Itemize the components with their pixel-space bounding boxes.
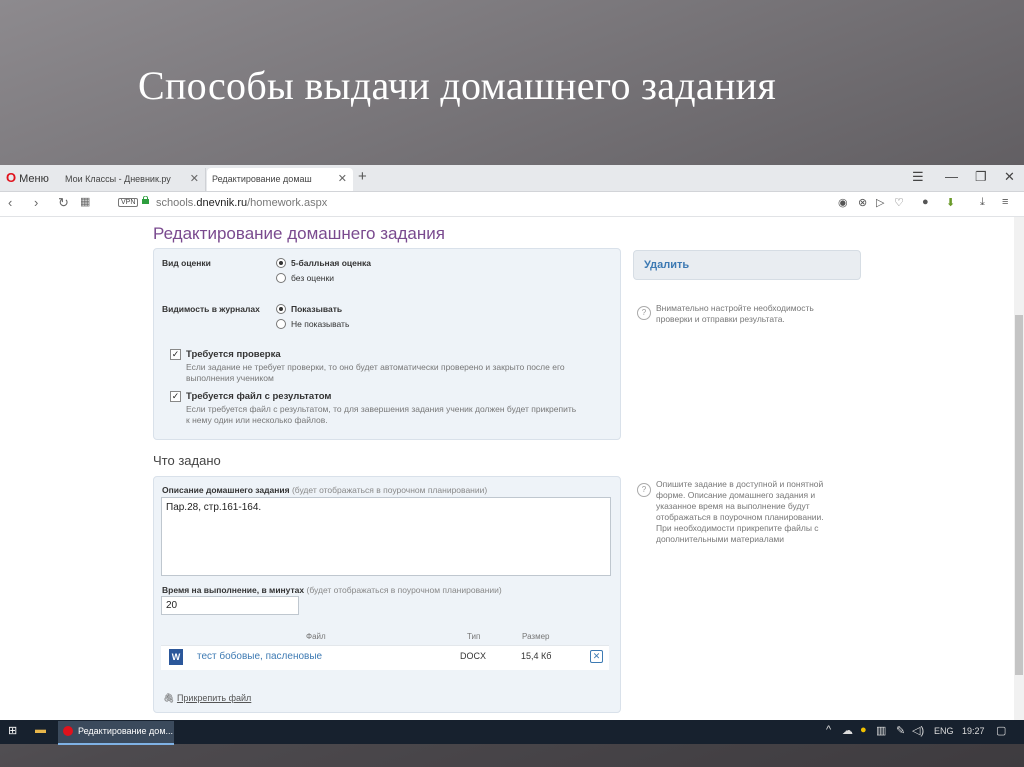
restore-icon[interactable]: ❐ xyxy=(975,169,987,185)
file-required-hint: Если требуется файл с результатом, то дл… xyxy=(186,404,577,414)
taskbar: ⊞ ▬ Редактирование дом... ^ ☁ ● ▥ ✎ ◁) E… xyxy=(0,720,1024,745)
delete-button[interactable]: Удалить xyxy=(633,250,861,280)
reload-icon[interactable]: ↻ xyxy=(58,195,69,211)
send-icon[interactable]: ▷ xyxy=(876,196,884,209)
tab-homework-edit[interactable]: Редактирование домаш ✕ xyxy=(207,168,353,191)
section-heading: Что задано xyxy=(153,453,221,468)
side-hint: проверки и отправки результата. xyxy=(656,314,785,324)
help-icon: ? xyxy=(637,306,651,320)
browser-window: O Меню Мои Классы - Дневник.ру ✕ Редактир… xyxy=(0,165,1024,743)
help-icon: ? xyxy=(637,483,651,497)
slide-title: Способы выдачи домашнего задания xyxy=(138,63,777,108)
close-window-icon[interactable]: ✕ xyxy=(1004,169,1015,185)
volume-icon[interactable]: ◁) xyxy=(912,724,924,737)
word-file-icon: W xyxy=(169,649,183,665)
file-required-checkbox[interactable]: ✓ xyxy=(170,391,181,402)
side-hint: При необходимости прикрепите файлы с xyxy=(656,523,819,533)
side-hint: дополнительными материалами xyxy=(656,534,785,544)
opera-menu-button[interactable]: O Меню xyxy=(6,170,49,185)
start-icon[interactable]: ⊞ xyxy=(8,724,17,737)
side-hint: форме. Описание домашнего задания и xyxy=(656,490,816,500)
language-indicator[interactable]: ENG xyxy=(934,726,954,736)
download-extension-icon[interactable]: ⬇ xyxy=(946,196,955,209)
grade-type-option: без оценки xyxy=(291,273,334,283)
forward-icon[interactable]: › xyxy=(34,195,38,210)
grade-type-option: 5-балльная оценка xyxy=(291,258,372,268)
cloud-icon[interactable]: ☁ xyxy=(842,724,853,737)
file-explorer-icon[interactable]: ▬ xyxy=(35,724,46,736)
extension-icon[interactable]: ● xyxy=(922,196,929,208)
grade-type-radio-none[interactable] xyxy=(276,273,286,283)
tab-label: Редактирование домаш xyxy=(212,174,312,184)
network-icon[interactable]: ▥ xyxy=(876,724,886,737)
file-type: DOCX xyxy=(460,651,487,661)
visibility-radio-show[interactable] xyxy=(276,304,286,314)
remove-file-icon[interactable]: ✕ xyxy=(590,650,603,663)
tab-label: Мои Классы - Дневник.ру xyxy=(65,174,171,184)
tray-app-icon[interactable]: ● xyxy=(860,724,867,736)
file-link[interactable]: тест бобовые, пасленовые xyxy=(197,651,322,662)
close-icon[interactable]: ✕ xyxy=(190,168,199,190)
paperclip-icon: 🖇 xyxy=(163,693,175,703)
grade-type-label: Вид оценки xyxy=(162,258,211,268)
file-size: 15,4 Кб xyxy=(521,651,552,661)
opera-icon xyxy=(63,726,73,736)
visibility-option: Показывать xyxy=(291,304,343,314)
tray-chevron-icon[interactable]: ^ xyxy=(826,724,831,736)
new-tab-icon[interactable]: + xyxy=(358,168,367,185)
files-header-file: Файл xyxy=(306,632,326,641)
visibility-radio-hide[interactable] xyxy=(276,319,286,329)
adblock-icon[interactable]: ⊗ xyxy=(858,196,867,209)
visibility-option: Не показывать xyxy=(291,319,350,329)
attach-file-link[interactable]: 🖇 Прикрепить файл xyxy=(163,693,251,704)
speed-dial-icon[interactable]: ▦ xyxy=(80,195,90,208)
files-header-size: Размер xyxy=(522,632,550,641)
close-icon[interactable]: ✕ xyxy=(338,168,347,190)
file-required-label: Требуется файл с результатом xyxy=(186,391,332,402)
grade-type-radio-5[interactable] xyxy=(276,258,286,268)
notifications-icon[interactable]: ▢ xyxy=(996,724,1006,737)
tab-bar: O Меню Мои Классы - Дневник.ру ✕ Редактир… xyxy=(0,165,1024,192)
address-bar: ‹ › ↻ ▦ VPN schools.dnevnik.ru/homework.… xyxy=(0,192,1024,217)
pen-icon[interactable]: ✎ xyxy=(896,724,905,737)
page-title: Редактирование домашнего задания xyxy=(153,224,445,243)
time-input[interactable]: 20 xyxy=(161,596,299,615)
taskbar-app-opera[interactable]: Редактирование дом... xyxy=(58,721,174,745)
lock-icon xyxy=(142,196,149,204)
tab-menu-icon[interactable]: ☰ xyxy=(912,169,924,185)
side-hint: Опишите задание в доступной и понятной xyxy=(656,479,824,489)
description-textarea[interactable]: Пар.28, стр.161-164. xyxy=(161,497,611,576)
visibility-label: Видимость в журналах xyxy=(162,304,260,314)
heart-icon[interactable]: ♡ xyxy=(894,196,904,209)
opera-logo-icon: O xyxy=(6,170,17,185)
download-icon[interactable]: ⤓ xyxy=(980,196,985,209)
description-label: Описание домашнего задания (будет отобра… xyxy=(162,485,488,495)
file-required-hint: к нему один или несколько файлов. xyxy=(186,415,328,425)
clock[interactable]: 19:27 xyxy=(962,726,985,736)
check-required-checkbox[interactable]: ✓ xyxy=(170,349,181,360)
tab-moi-klassy[interactable]: Мои Классы - Дневник.ру ✕ xyxy=(60,168,206,191)
files-header-type: Тип xyxy=(467,632,481,641)
side-hint: Внимательно настройте необходимость xyxy=(656,303,814,313)
scrollbar-thumb[interactable] xyxy=(1015,315,1023,675)
check-required-hint: Если задание не требует проверки, то оно… xyxy=(186,362,565,372)
side-hint: указанное время на выполнение будут xyxy=(656,501,810,511)
settings-menu-icon[interactable]: ≡ xyxy=(1002,196,1008,208)
check-required-hint: выполнения учеником xyxy=(186,373,274,383)
time-label: Время на выполнение, в минутах (будет от… xyxy=(162,585,502,595)
camera-icon[interactable]: ◉ xyxy=(838,196,848,209)
url-field[interactable]: schools.dnevnik.ru/homework.aspx xyxy=(156,197,327,209)
minimize-icon[interactable]: — xyxy=(945,169,958,184)
side-hint: отображаться в поурочном планировании. xyxy=(656,512,824,522)
vpn-badge[interactable]: VPN xyxy=(118,198,139,207)
back-icon[interactable]: ‹ xyxy=(8,195,12,210)
check-required-label: Требуется проверка xyxy=(186,349,281,360)
